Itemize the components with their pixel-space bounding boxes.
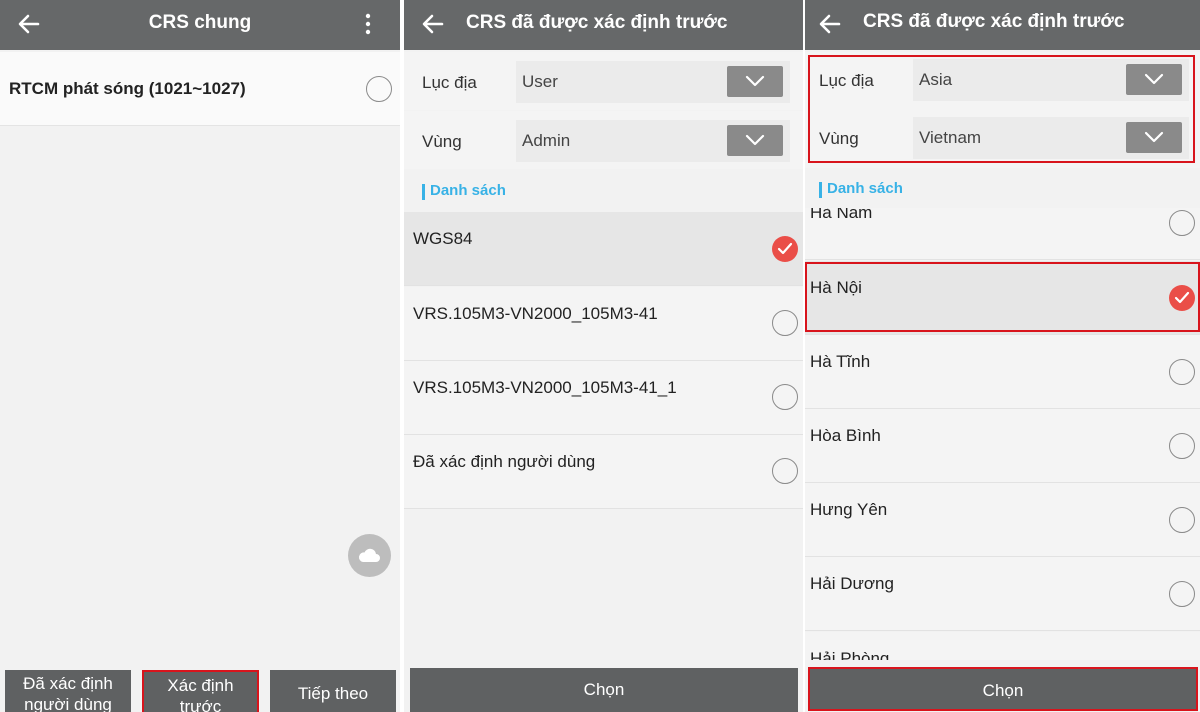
continent-value: Asia (919, 70, 953, 89)
list-item-radio[interactable] (772, 384, 798, 410)
list-item[interactable]: WGS84 (404, 212, 803, 286)
continent-select[interactable]: Asia (913, 59, 1189, 101)
list-item-label: VRS.105M3-VN2000_105M3-41 (413, 304, 658, 323)
region-select[interactable]: Admin (516, 120, 790, 162)
list-item-radio[interactable] (772, 310, 798, 336)
continent-row: Lục địa User (404, 52, 803, 110)
continent-label: Lục địa (819, 71, 874, 90)
section-label: Danh sách (827, 180, 903, 197)
crs-predefined-screen-1: CRS đã được xác định trước Lục địa User … (404, 0, 803, 712)
list-item[interactable]: VRS.105M3-VN2000_105M3-41_1 (404, 361, 803, 435)
province-list[interactable]: Hà Nam Hà Nội Hà Tĩnh Hòa Bình Hưng Yên … (805, 208, 1200, 660)
list-item-radio[interactable] (1169, 433, 1195, 459)
crs-predefined-screen-2: CRS đã được xác định trước Lục địa Asia … (805, 0, 1200, 712)
predefined-label-1: Xác định (167, 676, 234, 695)
user-defined-label-2: người dùng (24, 695, 112, 712)
list-item[interactable]: Hải Dương (805, 557, 1200, 631)
rtcm-broadcast-label: RTCM phát sóng (1021~1027) (9, 79, 246, 98)
page-title: CRS chung (148, 12, 252, 33)
list-item-label: Hà Tĩnh (810, 352, 871, 371)
rtcm-radio[interactable] (366, 76, 392, 102)
list-item[interactable]: Hòa Bình (805, 409, 1200, 483)
list-item[interactable]: Đã xác định người dùng (404, 435, 803, 509)
chevron-down-icon[interactable] (727, 125, 783, 156)
choose-button[interactable]: Chọn (410, 668, 798, 712)
continent-row: Lục địa Asia (805, 52, 1200, 110)
page-title: CRS đã được xác định trước (863, 11, 1125, 32)
list-item-label: Hòa Bình (810, 426, 881, 445)
check-icon[interactable] (1169, 285, 1195, 311)
list-item[interactable]: Hà Nội (805, 261, 1200, 335)
list-item-radio[interactable] (1169, 210, 1195, 236)
chevron-down-icon[interactable] (727, 66, 783, 97)
user-defined-button[interactable]: Đã xác định người dùng (5, 670, 131, 712)
cloud-button[interactable] (348, 534, 391, 577)
chevron-down-icon[interactable] (1126, 64, 1182, 95)
list-item-label: Hải Phòng (810, 649, 890, 660)
choose-button[interactable]: Chọn (808, 667, 1198, 711)
list-item-radio[interactable] (1169, 507, 1195, 533)
region-label: Vùng (819, 129, 859, 148)
next-button[interactable]: Tiếp theo (270, 670, 396, 712)
predefined-label-2: trước (179, 697, 222, 712)
page-title: CRS đã được xác định trước (466, 12, 728, 33)
back-arrow-icon[interactable] (815, 9, 845, 39)
list-item-label: Đã xác định người dùng (413, 452, 596, 471)
region-label: Vùng (422, 132, 462, 151)
back-arrow-icon[interactable] (418, 9, 448, 39)
region-row: Vùng Admin (404, 111, 803, 169)
region-row: Vùng Vietnam (805, 110, 1200, 168)
region-select[interactable]: Vietnam (913, 117, 1189, 159)
rtcm-broadcast-row[interactable]: RTCM phát sóng (1021~1027) (0, 52, 400, 126)
list-item-label: Hà Nam (810, 208, 873, 222)
list-item-radio[interactable] (1169, 581, 1195, 607)
list-item-radio[interactable] (1169, 359, 1195, 385)
list-item-label: Hà Nội (810, 278, 862, 297)
region-value: Admin (522, 131, 571, 150)
app-bar: CRS đã được xác định trước (805, 0, 1200, 50)
app-bar: CRS đã được xác định trước (404, 0, 803, 50)
chevron-down-icon[interactable] (1126, 122, 1182, 153)
next-label: Tiếp theo (297, 684, 369, 703)
app-bar: CRS chung (0, 0, 400, 50)
more-vert-icon[interactable] (364, 12, 372, 38)
cloud-icon (358, 548, 380, 562)
user-defined-label-1: Đã xác định (23, 674, 113, 693)
list-item[interactable]: Hưng Yên (805, 483, 1200, 557)
predefined-button[interactable]: Xác định trước (142, 670, 259, 712)
list-item-radio[interactable] (772, 458, 798, 484)
check-icon[interactable] (772, 236, 798, 262)
continent-select[interactable]: User (516, 61, 790, 103)
section-label: Danh sách (430, 182, 506, 199)
region-value: Vietnam (919, 128, 982, 147)
continent-label: Lục địa (422, 73, 477, 92)
crs-general-screen: CRS chung RTCM phát sóng (1021~1027) Đã … (0, 0, 400, 712)
list-item-label: Hải Dương (810, 574, 894, 593)
list-item[interactable]: VRS.105M3-VN2000_105M3-41 (404, 287, 803, 361)
continent-value: User (522, 72, 558, 91)
list-item[interactable]: Hải Phòng (805, 632, 1200, 660)
list-item-label: VRS.105M3-VN2000_105M3-41_1 (413, 378, 677, 397)
list-item-label: Hưng Yên (810, 500, 888, 519)
list-item[interactable]: Hà Tĩnh (805, 335, 1200, 409)
list-item[interactable]: Hà Nam (805, 208, 1200, 260)
list-item-label: WGS84 (413, 229, 473, 248)
